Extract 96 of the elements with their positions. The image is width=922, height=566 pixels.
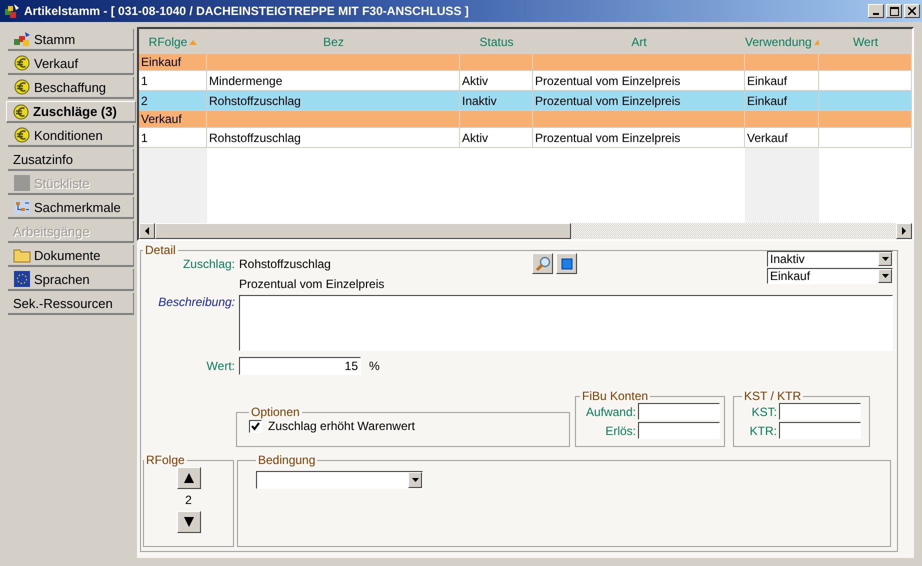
table-row[interactable]: 1 Mindermenge Aktiv Prozentual vom Einzelpreis Einkauf: [139, 71, 912, 91]
cost-center-field[interactable]: [779, 403, 861, 420]
blocks-icon: [13, 31, 31, 47]
up-arrow-icon: [184, 473, 194, 483]
caret-icon: [882, 257, 888, 261]
field-label: Zuschlag:: [182, 257, 236, 271]
field-label: Aufwand:: [586, 404, 636, 418]
expense-field[interactable]: [638, 403, 720, 420]
group-legend: FiBu Konten: [580, 389, 650, 403]
group-legend: KST / KTR: [742, 389, 804, 403]
tree-icon: [13, 199, 31, 215]
close-button[interactable]: [904, 4, 920, 18]
sort-icon: [814, 38, 819, 44]
sidebar-tab[interactable]: Verkauf: [8, 53, 134, 75]
scroll-right-button[interactable]: [896, 223, 912, 239]
horizontal-scrollbar[interactable]: [139, 223, 912, 239]
table-cell: Rohstoffzuschlag: [209, 94, 301, 108]
table-cell: Rohstoffzuschlag: [209, 130, 301, 144]
caret-icon: [882, 274, 888, 278]
euro-icon: [13, 127, 31, 143]
status-dropdown[interactable]: Inaktiv: [767, 251, 893, 267]
euro-icon: [13, 55, 31, 71]
table-cell: Prozentual vom Einzelpreis: [535, 130, 680, 144]
table-cell: 2: [141, 94, 148, 108]
checkbox[interactable]: [249, 420, 262, 432]
sort-icon: [189, 38, 198, 44]
sidebar-tab[interactable]: Sachmerkmale: [8, 197, 134, 219]
left-arrow-icon: [144, 227, 150, 235]
group-legend: Optionen: [249, 405, 302, 419]
sidebar-tab[interactable]: Beschaffung: [8, 77, 134, 99]
move-down-button[interactable]: [176, 511, 200, 533]
table-cell: Verkauf: [747, 130, 788, 144]
table-cell: 1: [141, 74, 148, 88]
flag-icon: [13, 271, 31, 287]
table-cell: Prozentual vom Einzelpreis: [535, 94, 680, 108]
field-label: Erlös:: [605, 424, 636, 438]
cost-unit-field[interactable]: [779, 422, 861, 439]
sidebar-tab[interactable]: Stamm: [8, 29, 134, 51]
maximize-button[interactable]: [886, 4, 902, 18]
usage-dropdown[interactable]: Einkauf: [767, 268, 893, 284]
window-title: Artikelstamm - [ 031-08-1040 / DACHEINSTEIGTREPPE MIT F30-ANSCHLUSS ]: [24, 4, 470, 18]
group-label: Einkauf: [141, 55, 182, 69]
table-row[interactable]: 1 Rohstoffzuschlag Aktiv Prozentual vom Einzelpreis Verkauf: [139, 128, 912, 148]
table-cell: Prozentual vom Einzelpreis: [535, 74, 680, 88]
group-row[interactable]: Einkauf: [139, 54, 912, 71]
group-label: Verkauf: [141, 112, 182, 126]
sidebar-tab[interactable]: Sprachen: [8, 269, 134, 291]
condition-dropdown[interactable]: [256, 471, 423, 489]
order-value: 2: [185, 493, 192, 507]
euro-icon: [13, 79, 31, 95]
square-icon: [13, 175, 31, 191]
table-cell: Aktiv: [462, 74, 488, 88]
sidebar-tab[interactable]: Zusatzinfo: [8, 149, 134, 171]
folder-icon: [13, 247, 31, 263]
search-icon: [534, 256, 550, 272]
unit-label: %: [369, 359, 380, 373]
table-row[interactable]: 2 Rohstoffzuschlag Inaktiv Prozentual vom Einzelpreis Einkauf: [139, 91, 912, 111]
field-label: KTR:: [750, 424, 777, 438]
description-field[interactable]: [239, 295, 893, 351]
revenue-field[interactable]: [638, 422, 720, 439]
scroll-thumb[interactable]: [155, 223, 571, 239]
scroll-left-button[interactable]: [139, 223, 155, 239]
close-icon: [908, 7, 916, 15]
search-button[interactable]: [532, 253, 553, 274]
table-cell: Einkauf: [747, 94, 788, 108]
checkbox-label: Zuschlag erhöht Warenwert: [268, 419, 415, 433]
surcharge-name: Rohstoffzuschlag: [239, 257, 332, 271]
sidebar-tab[interactable]: Zuschläge (3): [6, 101, 136, 123]
square-button[interactable]: [556, 253, 577, 274]
field-label: KST:: [752, 404, 777, 418]
group-legend: RFolge: [144, 453, 187, 467]
field-label: Wert:: [206, 359, 236, 373]
group-legend: Bedingung: [256, 453, 318, 467]
table-cell: 1: [141, 130, 148, 144]
table-cell: Mindermenge: [209, 74, 282, 88]
square-icon: [560, 258, 572, 270]
right-arrow-icon: [901, 227, 907, 235]
app-icon: [4, 3, 20, 19]
sidebar-tab[interactable]: Sek.-Ressourcen: [8, 293, 134, 315]
field-label: Beschreibung:: [157, 295, 236, 309]
check-icon: [251, 422, 260, 430]
group-legend: Detail: [143, 243, 178, 257]
table-cell: Einkauf: [747, 74, 788, 88]
euro-icon: [12, 104, 30, 120]
sidebar-tab[interactable]: Konditionen: [8, 125, 134, 147]
move-up-button[interactable]: [176, 467, 200, 489]
table-cell: Inaktiv: [462, 94, 497, 108]
minimize-button[interactable]: [868, 4, 884, 18]
maximize-icon: [890, 6, 898, 16]
group-row[interactable]: Verkauf: [139, 111, 912, 128]
surcharge-type: Prozentual vom Einzelpreis: [239, 277, 386, 291]
value-field[interactable]: 15: [239, 357, 361, 375]
down-arrow-icon: [184, 517, 194, 527]
sidebar-tab[interactable]: Dokumente: [8, 245, 134, 267]
table-cell: Aktiv: [462, 130, 488, 144]
caret-icon: [412, 478, 418, 482]
